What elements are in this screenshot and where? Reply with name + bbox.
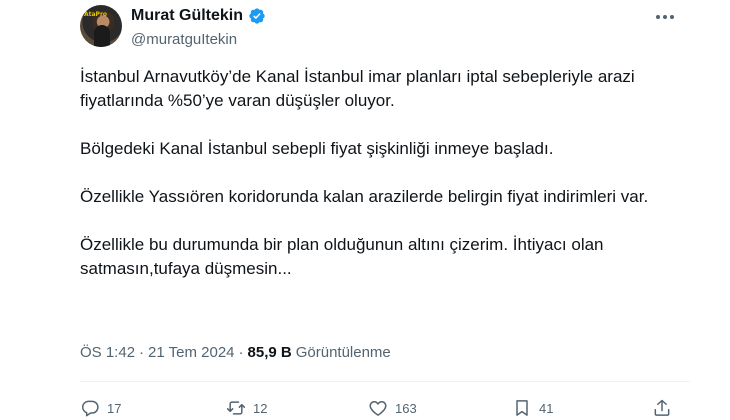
like-icon [369,401,387,416]
bookmark-count: 41 [539,400,554,416]
views-label: Görüntülenme [295,344,391,361]
bookmark-icon [516,400,528,416]
repost-icon [226,401,246,415]
views-count: 85,9 B [247,344,292,361]
more-icon[interactable] [654,10,676,24]
reply-icon [81,400,99,417]
bookmark-button[interactable]: 41 [512,398,553,418]
reply-count: 17 [107,400,122,416]
tweet-time[interactable]: ÖS 1:42 [80,344,135,361]
reply-button[interactable]: 17 [80,398,121,418]
author-display-name[interactable]: Murat Gültekin [131,7,243,25]
share-icon [654,399,670,416]
author-handle[interactable]: @muratguItekin [131,31,237,48]
tweet-paragraph: Bölgedeki Kanal İstanbul sebepli fiyat ş… [80,139,554,158]
avatar-logo-text: AtaPro [84,11,108,18]
like-count: 163 [395,400,417,416]
repost-count: 12 [253,400,268,416]
tweet-paragraph: İstanbul Arnavutköy’de Kanal İstanbul im… [80,67,635,110]
tweet-date[interactable]: 21 Tem 2024 [148,344,234,361]
meta-separator: · [139,344,145,361]
tweet-paragraph: Özellikle Yassıören koridorunda kalan ar… [80,187,649,206]
share-button[interactable] [652,398,672,418]
repost-button[interactable]: 12 [226,398,267,418]
divider [80,381,690,382]
meta-separator: · [238,344,244,361]
verified-badge-icon [249,8,265,24]
author-name-row: Murat Gültekin [131,7,266,25]
tweet-meta: ÖS 1:42 · 21 Tem 2024 · 85,9 B Görüntüle… [80,344,391,361]
tweet-paragraph: Özellikle bu durumunda bir plan olduğunu… [80,235,604,278]
avatar[interactable]: AtaPro [80,5,122,47]
tweet-text: İstanbul Arnavutköy’de Kanal İstanbul im… [80,65,690,305]
like-button[interactable]: 163 [368,398,417,418]
